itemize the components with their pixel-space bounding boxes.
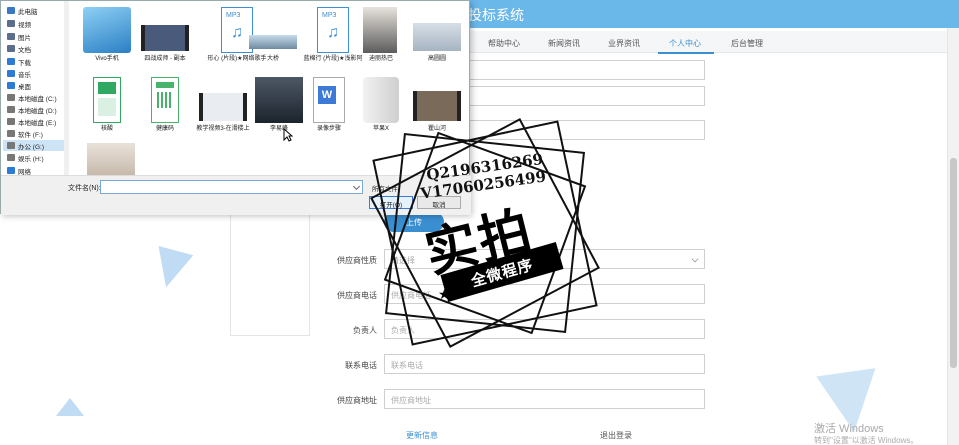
- file-gaoyuanyuan[interactable]: 高圆圆: [405, 3, 469, 75]
- decorative-triangle: [56, 398, 84, 416]
- app-title: 投标系统: [468, 7, 524, 23]
- documents-folder-icon: [7, 45, 15, 52]
- video-thumbnail: [141, 25, 189, 51]
- windows-activation-subtitle: 转到"设置"以激活 Windows。: [814, 436, 919, 445]
- chevron-down-icon: [691, 255, 699, 263]
- pictures-folder-icon: [7, 33, 15, 40]
- label-supplier-address: 供应商地址: [337, 396, 377, 405]
- image-thumbnail: [151, 77, 179, 123]
- label-supplier-phone: 供应商电话: [337, 291, 377, 300]
- label-contact-person: 负责人: [353, 326, 377, 335]
- mouse-cursor-icon: [283, 128, 293, 142]
- video-thumbnail: [199, 93, 247, 121]
- music-icon: [7, 70, 15, 77]
- filetype-select[interactable]: 所有文件: [369, 180, 429, 194]
- nav-news[interactable]: 新闻资讯: [548, 38, 580, 49]
- contact-person-input[interactable]: 负责人: [384, 319, 705, 339]
- logout-tab[interactable]: 退出登录: [600, 430, 632, 441]
- tree-item-drive-c[interactable]: 本地磁盘 (C:): [7, 92, 57, 103]
- upload-button[interactable]: 上传: [384, 212, 444, 232]
- computer-icon: [7, 7, 15, 14]
- image-thumbnail: [363, 77, 399, 123]
- supplier-type-select[interactable]: 请选择: [384, 249, 705, 269]
- open-button[interactable]: 打开(O): [369, 196, 413, 209]
- file-teaching-video[interactable]: 教学视频3-在滑楼上: [191, 73, 255, 145]
- desktop-icon: [7, 82, 15, 89]
- file-dilireba[interactable]: 迪丽热巴: [349, 3, 413, 75]
- nav-industry[interactable]: 业界资讯: [608, 38, 640, 49]
- video-folder-icon: [7, 20, 15, 27]
- file-iphone-x[interactable]: 苹果X: [349, 73, 413, 145]
- label-supplier-type: 供应商性质: [337, 256, 377, 265]
- label-contact-phone: 联系电话: [345, 361, 377, 370]
- cancel-button[interactable]: 取消: [417, 196, 461, 209]
- drive-icon: [7, 94, 15, 101]
- nav-pane-scrollbar[interactable]: [64, 1, 69, 175]
- nav-help[interactable]: 帮助中心: [488, 38, 520, 49]
- tree-item-videos[interactable]: 视频: [7, 18, 31, 29]
- filename-label: 文件名(N):: [68, 185, 101, 192]
- file-health-code[interactable]: 健康码: [133, 73, 197, 145]
- tree-item-drive-e[interactable]: 本地磁盘 (E:): [7, 116, 56, 127]
- drive-icon: [7, 142, 15, 149]
- mp3-file-icon: MP3 ♫: [317, 7, 349, 53]
- tree-item-music[interactable]: 音乐: [7, 68, 31, 79]
- decorative-triangle: [148, 245, 194, 293]
- drive-icon: [7, 118, 15, 125]
- windows-activation-title: 激活 Windows: [814, 423, 884, 435]
- tree-item-drive-d[interactable]: 本地磁盘 (D:): [7, 104, 57, 115]
- drive-icon: [7, 130, 15, 137]
- video-thumbnail: [413, 91, 461, 121]
- word-file-icon: W: [313, 77, 345, 123]
- download-icon: [7, 58, 15, 65]
- file-bridge[interactable]: 大桥: [241, 3, 305, 75]
- file-video-copy[interactable]: 四战成师 - 副本: [133, 3, 197, 75]
- tree-item-drive-g[interactable]: 办公 (G:): [3, 140, 65, 151]
- image-thumbnail: [413, 23, 461, 51]
- filename-input[interactable]: [100, 180, 363, 194]
- page-scroll-thumb[interactable]: [950, 158, 957, 368]
- nav-personal[interactable]: 个人中心: [669, 38, 701, 49]
- tree-item-documents[interactable]: 文档: [7, 43, 31, 54]
- file-qushanhe[interactable]: 瞿山河: [405, 73, 469, 145]
- drive-icon: [7, 154, 15, 161]
- file-grid: Vivo手机 四战成师 - 副本 MP3 ♫ 形心 (片段)★网络歌手 大桥 M…: [71, 1, 471, 189]
- image-thumbnail: [83, 7, 131, 53]
- profile-side-card: [230, 210, 310, 336]
- network-icon: [7, 167, 15, 174]
- tree-item-downloads[interactable]: 下载: [7, 56, 31, 67]
- image-thumbnail: [93, 77, 121, 123]
- chevron-down-icon[interactable]: [352, 182, 361, 191]
- file-open-dialog: 此电脑 视频 图片 文档 下载 音乐 桌面 本地磁盘 (C:) 本地磁盘 (D:…: [0, 0, 471, 215]
- tree-item-drive-h[interactable]: 娱乐 (H:): [7, 152, 44, 163]
- tree-item-desktop[interactable]: 桌面: [7, 80, 31, 91]
- dialog-footer: 文件名(N): 所有文件 打开(O) 取消: [1, 175, 471, 215]
- nav-admin[interactable]: 后台管理: [731, 38, 763, 49]
- dialog-nav-pane: 此电脑 视频 图片 文档 下载 音乐 桌面 本地磁盘 (C:) 本地磁盘 (D:…: [1, 1, 67, 176]
- drive-icon: [7, 106, 15, 113]
- file-vivo-phone[interactable]: Vivo手机: [75, 3, 139, 75]
- tree-item-pictures[interactable]: 图片: [7, 31, 31, 42]
- active-tab-indicator: [658, 52, 714, 54]
- contact-phone-input[interactable]: 联系电话: [384, 354, 705, 374]
- tree-item-this-pc[interactable]: 此电脑: [7, 5, 38, 16]
- supplier-phone-input[interactable]: 供应商电话: [384, 284, 705, 304]
- image-thumbnail: [363, 7, 397, 53]
- image-thumbnail: [255, 77, 303, 123]
- update-info-tab[interactable]: 更新信息: [406, 430, 438, 441]
- page-scrollbar[interactable]: [947, 28, 959, 445]
- image-thumbnail: [249, 35, 297, 49]
- file-nucleic-test[interactable]: 核酸: [75, 73, 139, 145]
- supplier-address-input[interactable]: 供应商地址: [384, 389, 705, 409]
- tree-item-drive-f[interactable]: 软件 (F:): [7, 128, 43, 139]
